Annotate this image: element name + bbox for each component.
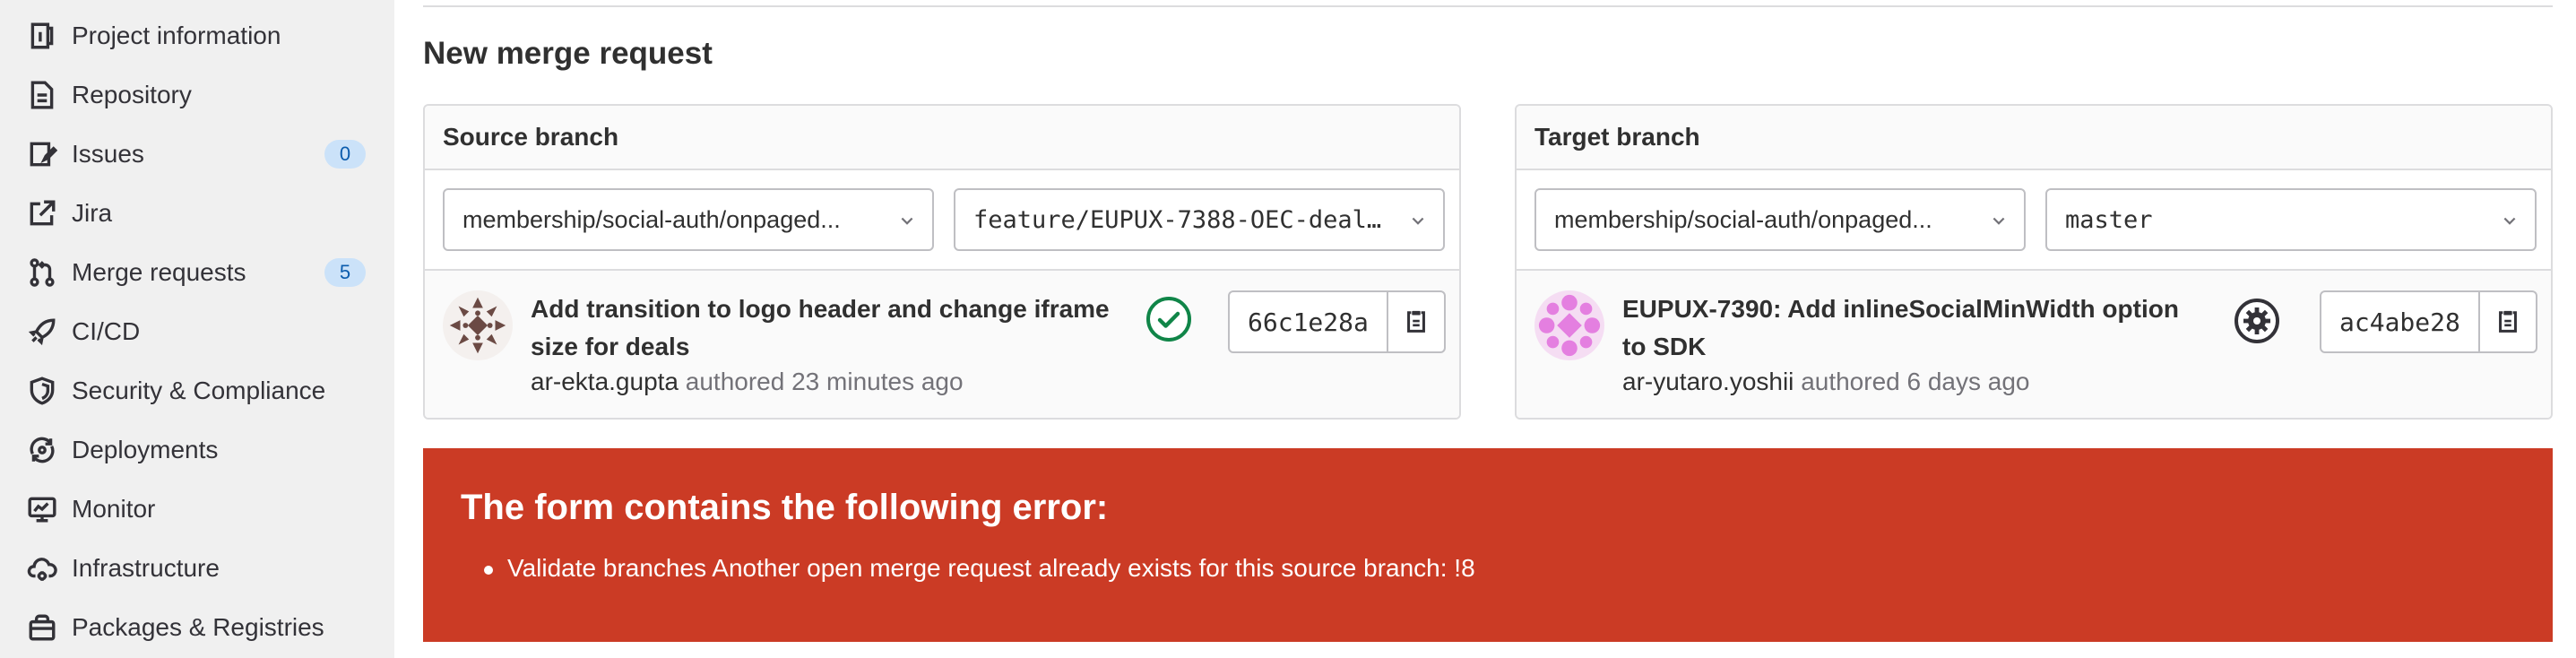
bullet — [484, 566, 493, 575]
error-message: Validate branches Another open merge req… — [461, 554, 1475, 583]
source-branch-value: feature/EUPUX-7388-OEC-deal... — [973, 205, 1395, 234]
source-commit-title[interactable]: Add transition to logo header and change… — [531, 290, 1122, 366]
target-branch-heading: Target branch — [1517, 106, 2551, 170]
sidebar-item-deployments[interactable]: Deployments — [0, 423, 394, 477]
sidebar-item-label: Monitor — [72, 495, 156, 523]
sidebar-item-issues[interactable]: Issues 0 — [0, 127, 394, 181]
sidebar-item-label: Jira — [72, 199, 113, 227]
error-title: The form contains the following error: — [461, 488, 1109, 527]
sidebar-item-label: Project information — [72, 22, 281, 49]
sidebar-item-infrastructure[interactable]: Infrastructure — [0, 541, 394, 595]
divider — [423, 5, 2553, 7]
source-branch-panel: Source branch membership/social-auth/onp… — [423, 104, 1461, 420]
source-project-value: membership/social-auth/onpaged... — [462, 205, 841, 233]
error-list: Validate branches Another open merge req… — [461, 554, 1475, 583]
status-settings-icon[interactable] — [2234, 298, 2280, 344]
chevron-down-icon — [1993, 217, 2005, 225]
issues-icon — [27, 139, 57, 169]
source-branch-selectors: membership/social-auth/onpaged... featur… — [425, 170, 1459, 271]
status-success-icon[interactable] — [1145, 296, 1192, 342]
merge-request-icon — [27, 257, 57, 288]
target-sha-group: ac4abe28 — [2320, 290, 2537, 353]
copy-sha-button[interactable] — [2477, 292, 2536, 351]
source-commit-sha[interactable]: 66c1e28a — [1230, 292, 1387, 351]
external-link-icon — [27, 198, 57, 229]
chevron-down-icon — [1412, 217, 1424, 225]
merge-requests-count-badge: 5 — [324, 258, 366, 287]
source-commit-time: authored 23 minutes ago — [685, 368, 964, 395]
target-commit-author[interactable]: ar-yutaro.yoshii — [1622, 368, 1794, 395]
source-project-dropdown[interactable]: membership/social-auth/onpaged... — [443, 188, 934, 251]
issues-count-badge: 0 — [324, 140, 366, 169]
copy-sha-button[interactable] — [1386, 292, 1444, 351]
sidebar-item-jira[interactable]: Jira — [0, 186, 394, 240]
target-project-dropdown[interactable]: membership/social-auth/onpaged... — [1534, 188, 2026, 251]
monitor-icon — [27, 494, 57, 524]
cloud-gear-icon — [27, 553, 57, 584]
sidebar-item-security-compliance[interactable]: Security & Compliance — [0, 364, 394, 418]
sidebar-item-label: Security & Compliance — [72, 377, 326, 404]
sidebar-item-label: Repository — [72, 81, 192, 108]
sidebar-item-cicd[interactable]: CI/CD — [0, 305, 394, 359]
source-branch-dropdown[interactable]: feature/EUPUX-7388-OEC-deal... — [954, 188, 1445, 251]
target-commit-meta: ar-yutaro.yoshii authored 6 days ago — [1622, 368, 2030, 396]
target-branch-panel: Target branch membership/social-auth/onp… — [1515, 104, 2553, 420]
deployments-icon — [27, 435, 57, 465]
package-icon — [27, 612, 57, 643]
sidebar-item-label: Infrastructure — [72, 554, 220, 582]
sidebar-item-label: Deployments — [72, 436, 219, 463]
project-info-icon — [27, 21, 57, 51]
author-avatar[interactable] — [443, 290, 513, 360]
clipboard-icon — [1406, 310, 1425, 333]
sidebar-item-merge-requests[interactable]: Merge requests 5 — [0, 246, 394, 299]
chevron-down-icon — [901, 217, 913, 225]
target-branch-selectors: membership/social-auth/onpaged... master — [1517, 170, 2551, 271]
target-project-value: membership/social-auth/onpaged... — [1554, 205, 1932, 233]
left-sidebar: Project information Repository Issues 0 … — [0, 0, 394, 658]
sidebar-item-label: Packages & Registries — [72, 613, 324, 641]
source-sha-group: 66c1e28a — [1228, 290, 1446, 353]
source-branch-heading: Source branch — [425, 106, 1459, 170]
shield-icon — [27, 376, 57, 406]
sidebar-item-label: CI/CD — [72, 317, 141, 345]
target-branch-dropdown[interactable]: master — [2045, 188, 2537, 251]
sidebar-item-packages-registries[interactable]: Packages & Registries — [0, 601, 394, 654]
target-branch-value: master — [2065, 205, 2153, 234]
error-message-text: Validate branches Another open merge req… — [507, 554, 1475, 582]
error-alert: The form contains the following error: V… — [423, 448, 2553, 642]
target-commit-sha[interactable]: ac4abe28 — [2321, 292, 2478, 351]
sidebar-item-project-information[interactable]: Project information — [0, 9, 394, 63]
page-title: New merge request — [423, 36, 713, 71]
clipboard-icon — [2498, 310, 2517, 333]
target-commit-row: EUPUX-7390: Add inlineSocialMinWidth opt… — [1517, 271, 2551, 418]
source-commit-meta: ar-ekta.gupta authored 23 minutes ago — [531, 368, 964, 396]
source-commit-row: Add transition to logo header and change… — [425, 271, 1459, 418]
source-commit-author[interactable]: ar-ekta.gupta — [531, 368, 679, 395]
target-commit-time: authored 6 days ago — [1801, 368, 2030, 395]
sidebar-item-label: Issues — [72, 140, 144, 168]
sidebar-item-repository[interactable]: Repository — [0, 68, 394, 122]
document-icon — [27, 80, 57, 110]
author-avatar[interactable] — [1534, 290, 1604, 360]
chevron-down-icon — [2503, 217, 2516, 225]
target-commit-title[interactable]: EUPUX-7390: Add inlineSocialMinWidth opt… — [1622, 290, 2196, 366]
sidebar-item-label: Merge requests — [72, 258, 246, 286]
rocket-icon — [27, 316, 57, 347]
sidebar-item-monitor[interactable]: Monitor — [0, 482, 394, 536]
